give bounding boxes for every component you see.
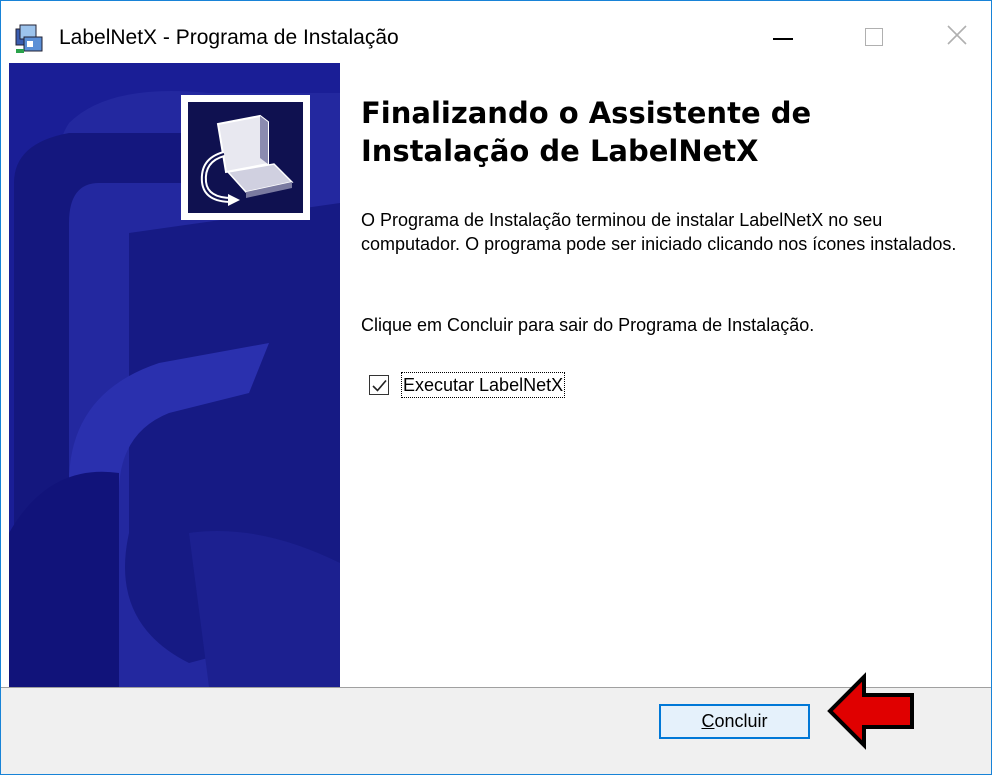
exit-instruction: Clique em Concluir para sair do Programa… (361, 315, 815, 335)
maximize-icon (865, 28, 883, 46)
run-app-checkbox[interactable] (369, 375, 389, 395)
window-title: LabelNetX - Programa de Instalação (59, 26, 399, 49)
installer-window: LabelNetX - Programa de Instalação Final… (0, 0, 992, 775)
heading-line-1: Finalizando o Assistente de (361, 96, 812, 130)
finish-button[interactable]: Concluir (659, 704, 810, 739)
heading-line-2: Instalação de LabelNetX (361, 134, 759, 168)
minimize-button[interactable] (737, 1, 829, 63)
installer-icon (14, 23, 46, 55)
computer-install-icon (200, 114, 294, 206)
finish-button-label: Concluir (701, 711, 768, 731)
title-bar[interactable]: LabelNetX - Programa de Instalação (1, 1, 991, 63)
checkmark-icon (372, 379, 387, 392)
wizard-heading: Finalizando o Assistente de Instalação d… (361, 94, 961, 170)
wizard-logo (181, 95, 310, 220)
red-arrow-icon (827, 672, 914, 750)
close-button[interactable] (899, 1, 991, 63)
minimize-icon (773, 38, 793, 40)
run-app-label[interactable]: Executar LabelNetX (400, 372, 566, 398)
completion-message: O Programa de Instalação terminou de ins… (361, 210, 957, 254)
wizard-side-image (9, 63, 340, 687)
close-icon (947, 25, 967, 45)
